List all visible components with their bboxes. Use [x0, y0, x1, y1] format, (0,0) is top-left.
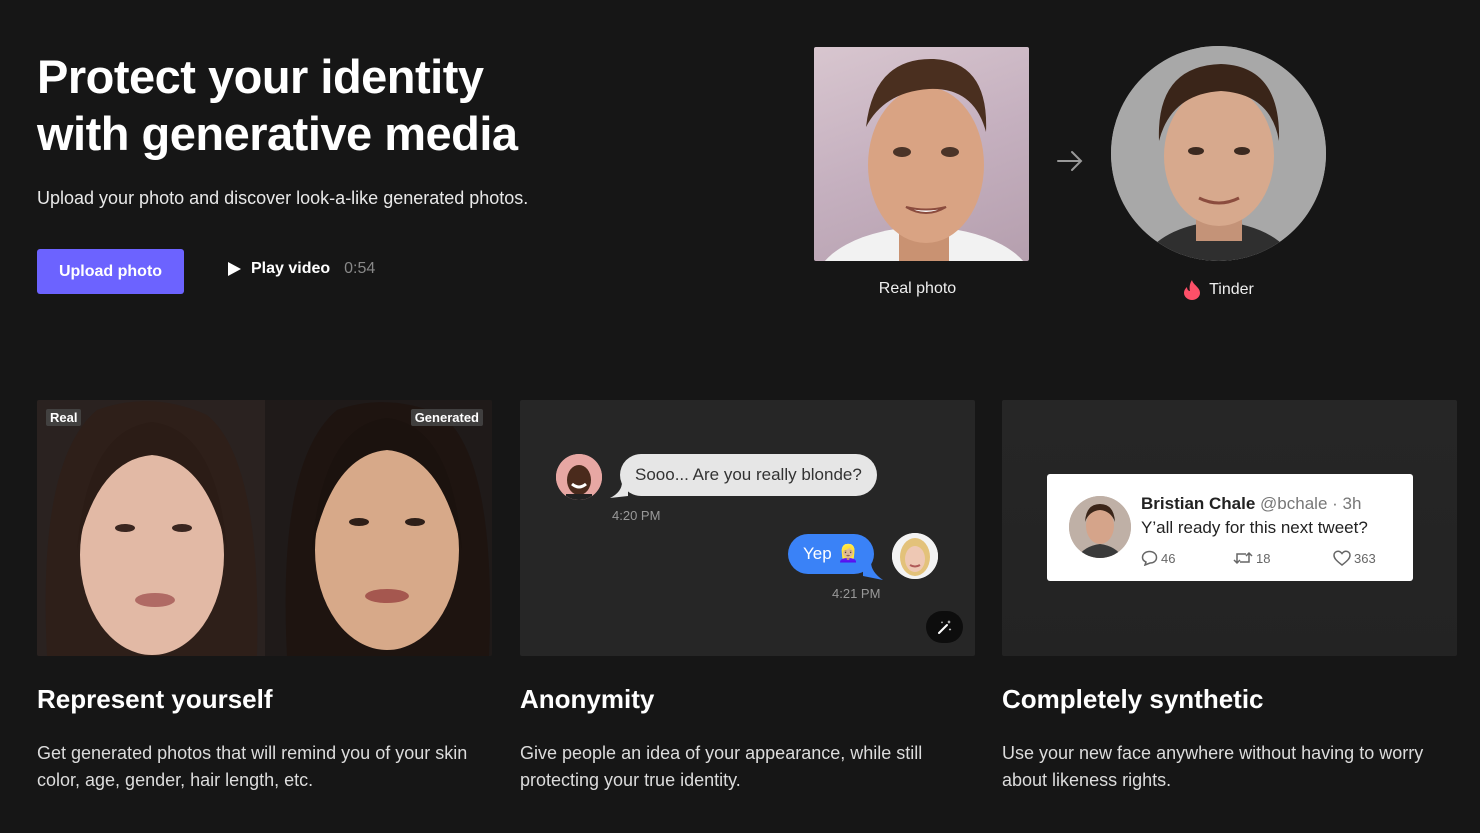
heart-icon	[1333, 550, 1351, 566]
represent-yourself-image: Real Generated	[37, 400, 492, 656]
play-video-label: Play video	[251, 260, 331, 277]
reply-button[interactable]: 46	[1141, 550, 1233, 566]
magic-wand-button[interactable]	[926, 611, 963, 643]
like-button[interactable]: 363	[1333, 550, 1376, 566]
blonde-emoji-icon: 👱🏼‍♀️	[837, 544, 859, 563]
tweet-handle: @bchale · 3h	[1260, 494, 1362, 513]
play-video-button[interactable]: Play video 0:54	[228, 260, 375, 278]
feature-title-represent: Represent yourself	[37, 684, 273, 714]
feature-title-synthetic: Completely synthetic	[1002, 684, 1264, 714]
arrow-right-icon	[1057, 151, 1083, 171]
hero-title-line-1: Protect your identity	[37, 50, 484, 103]
recipient-avatar	[892, 533, 938, 579]
feature-desc-anonymity: Give people an idea of your appearance, …	[520, 743, 923, 790]
tinder-caption: Tinder	[1111, 280, 1326, 300]
generated-photo	[1111, 46, 1326, 261]
feature-desc-synthetic: Use your new face anywhere without havin…	[1002, 743, 1424, 790]
tweet-avatar	[1069, 496, 1131, 558]
retweet-icon	[1233, 551, 1253, 565]
upload-photo-button[interactable]: Upload photo	[37, 249, 184, 294]
synthetic-tweet-preview: Bristian Chale @bchale · 3h Y’all ready …	[1002, 400, 1457, 656]
like-count: 363	[1354, 550, 1376, 566]
tweet-card: Bristian Chale @bchale · 3h Y’all ready …	[1047, 474, 1413, 581]
generated-tag: Generated	[410, 409, 483, 426]
incoming-timestamp: 4:20 PM	[612, 508, 661, 523]
anonymity-chat-preview: Sooo... Are you really blonde? 4:20 PM Y…	[520, 400, 975, 656]
feature-title-anonymity: Anonymity	[520, 684, 655, 714]
video-duration: 0:54	[344, 260, 376, 277]
real-photo-caption: Real photo	[878, 280, 957, 297]
hero-subtitle: Upload your photo and discover look-a-li…	[37, 188, 529, 208]
tweet-text: Y’all ready for this next tweet?	[1141, 518, 1368, 537]
magic-wand-icon	[937, 620, 951, 634]
hero-title-line-2: with generative media	[37, 107, 518, 160]
tweet-header: Bristian Chale @bchale · 3h	[1141, 494, 1361, 514]
reply-icon	[1141, 550, 1158, 566]
hero-title: Protect your identity with generative me…	[37, 48, 637, 162]
incoming-message: Sooo... Are you really blonde?	[620, 454, 877, 496]
outgoing-message: Yep 👱🏼‍♀️	[788, 534, 874, 574]
reply-count: 46	[1161, 550, 1176, 566]
tweet-author-name[interactable]: Bristian Chale	[1141, 494, 1255, 513]
retweet-count: 18	[1256, 550, 1271, 566]
tweet-actions: 46 18 363	[1141, 550, 1376, 566]
feature-desc-represent: Get generated photos that will remind yo…	[37, 743, 468, 790]
real-tag: Real	[46, 409, 82, 426]
tinder-label: Tinder	[1209, 281, 1254, 298]
retweet-button[interactable]: 18	[1233, 550, 1333, 566]
outgoing-timestamp: 4:21 PM	[832, 586, 881, 601]
real-photo	[814, 47, 1029, 261]
sender-avatar	[556, 454, 602, 500]
play-icon	[228, 262, 241, 276]
tinder-flame-icon	[1184, 280, 1201, 300]
outgoing-message-text: Yep	[803, 544, 832, 563]
outgoing-bubble-tail	[863, 562, 883, 580]
incoming-bubble-tail	[610, 482, 628, 498]
